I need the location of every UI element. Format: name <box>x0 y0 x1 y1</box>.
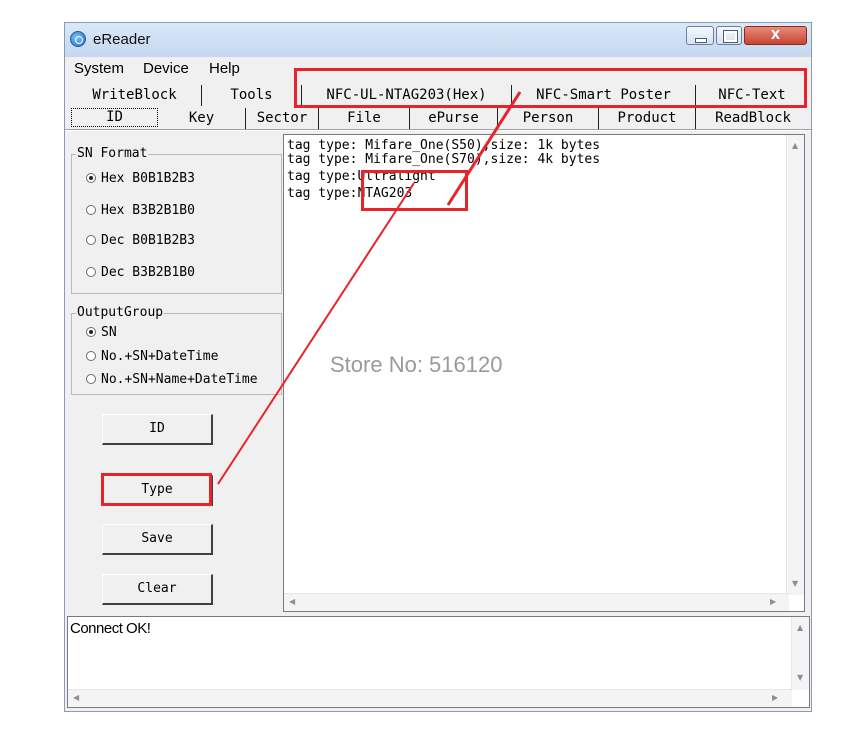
title-bar[interactable]: eReader X <box>65 23 811 57</box>
menu-help[interactable]: Help <box>209 60 240 77</box>
tab-file[interactable]: File <box>319 108 410 129</box>
radio-dot <box>86 205 96 215</box>
radio-label: Hex B3B2B1B0 <box>101 203 195 218</box>
tab-product[interactable]: Product <box>599 108 696 129</box>
tab-readblock[interactable]: ReadBlock <box>696 108 810 129</box>
scroll-right-icon[interactable]: ▶ <box>772 693 778 702</box>
radio-no-sn-datetime[interactable]: No.+SN+DateTime <box>86 349 218 364</box>
tab-writeblock[interactable]: WriteBlock <box>68 85 202 106</box>
scroll-down-icon[interactable]: ▼ <box>797 673 803 682</box>
log-vertical-scrollbar[interactable]: ▲ ▼ <box>791 617 809 690</box>
minimize-icon[interactable] <box>686 26 714 45</box>
radio-label: SN <box>101 325 117 340</box>
menu-device[interactable]: Device <box>143 60 189 77</box>
output-line: tag type: Mifare_One(S70),size: 4k bytes <box>287 152 601 167</box>
save-button[interactable]: Save <box>102 524 213 555</box>
tab-sector[interactable]: Sector <box>246 108 319 129</box>
log-textarea[interactable]: Connect OK! ▲ ▼ ◀ ▶ <box>67 616 810 708</box>
tab-key[interactable]: Key <box>158 108 246 129</box>
window-title: eReader <box>93 31 151 48</box>
radio-label: No.+SN+Name+DateTime <box>101 372 258 387</box>
annotation-box-type-button <box>101 473 212 506</box>
scroll-left-icon[interactable]: ◀ <box>289 597 295 606</box>
tab-person[interactable]: Person <box>498 108 599 129</box>
radio-label: Dec B0B1B2B3 <box>101 233 195 248</box>
output-line: tag type: Mifare_One(S50),size: 1k bytes <box>287 138 601 153</box>
scroll-up-icon[interactable]: ▲ <box>792 141 798 150</box>
tab-id[interactable]: ID <box>71 108 158 127</box>
tab-epurse[interactable]: ePurse <box>410 108 498 129</box>
radio-dot <box>86 267 96 277</box>
store-watermark: Store No: 516120 <box>330 352 503 377</box>
radio-label: Dec B3B2B1B0 <box>101 265 195 280</box>
radio-label: No.+SN+DateTime <box>101 349 219 364</box>
output-group: OutputGroup SN No.+SN+DateTime No.+SN+Na… <box>71 305 282 395</box>
menu-system[interactable]: System <box>74 60 124 77</box>
scroll-up-icon[interactable]: ▲ <box>797 623 803 632</box>
radio-dot <box>86 173 96 183</box>
close-icon[interactable]: X <box>744 26 807 45</box>
vertical-scrollbar[interactable]: ▲ ▼ <box>786 135 804 595</box>
radio-dec-b0b1b2b3[interactable]: Dec B0B1B2B3 <box>86 233 195 248</box>
radio-no-sn-name-datetime[interactable]: No.+SN+Name+DateTime <box>86 372 258 387</box>
tab-tools[interactable]: Tools <box>202 85 302 106</box>
annotation-box-tag-types <box>361 170 468 211</box>
id-button[interactable]: ID <box>102 414 213 445</box>
sn-format-legend: SN Format <box>76 146 149 161</box>
radio-dot <box>86 235 96 245</box>
radio-dot <box>86 374 96 384</box>
log-text: Connect OK! <box>70 620 151 637</box>
scroll-down-icon[interactable]: ▼ <box>792 579 798 588</box>
radio-dot <box>86 327 96 337</box>
scroll-right-icon[interactable]: ▶ <box>770 597 776 606</box>
radio-dec-b3b2b1b0[interactable]: Dec B3B2B1B0 <box>86 265 195 280</box>
sn-format-group: SN Format Hex B0B1B2B3 Hex B3B2B1B0 Dec … <box>71 146 282 294</box>
scroll-left-icon[interactable]: ◀ <box>73 693 79 702</box>
radio-hex-b0b1b2b3[interactable]: Hex B0B1B2B3 <box>86 171 195 186</box>
maximize-icon[interactable] <box>716 26 742 45</box>
annotation-box-nfc-tabs <box>294 68 807 108</box>
radio-sn[interactable]: SN <box>86 325 117 340</box>
clear-button[interactable]: Clear <box>102 574 213 605</box>
app-icon <box>70 31 86 47</box>
output-group-legend: OutputGroup <box>76 305 165 320</box>
horizontal-scrollbar[interactable]: ◀ ▶ <box>284 593 789 611</box>
tab-divider <box>65 129 811 131</box>
radio-hex-b3b2b1b0[interactable]: Hex B3B2B1B0 <box>86 203 195 218</box>
log-horizontal-scrollbar[interactable]: ◀ ▶ <box>68 689 792 707</box>
radio-label: Hex B0B1B2B3 <box>101 171 195 186</box>
radio-dot <box>86 351 96 361</box>
